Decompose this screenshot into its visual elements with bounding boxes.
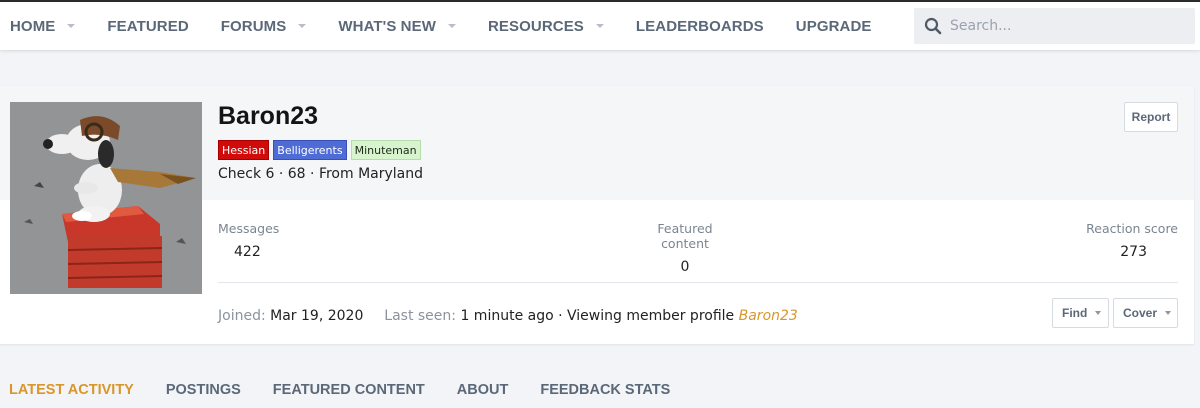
profile-stats: Messages 422 Featured content 0 Reaction… (218, 221, 1178, 275)
top-nav-bar: HOME FEATURED FORUMS WHAT'S NEW RESOURCE… (0, 0, 1200, 50)
avatar-snoopy-flying-ace (10, 102, 202, 294)
cover-button[interactable]: Cover (1113, 298, 1178, 328)
find-label: Find (1062, 306, 1088, 320)
tab-postings[interactable]: POSTINGS (150, 372, 257, 408)
chevron-down-icon (1095, 311, 1102, 315)
chevron-down-icon[interactable] (298, 24, 307, 28)
badge-minuteman: Minuteman (350, 140, 421, 160)
stat-messages-label: Messages (218, 221, 280, 236)
last-seen-value: 1 minute ago · Viewing member profile (460, 308, 735, 324)
chevron-down-icon[interactable] (67, 24, 76, 28)
nav-upgrade-label: UPGRADE (795, 17, 872, 35)
nav-whats-new-label: WHAT'S NEW (338, 17, 436, 35)
nav-forums[interactable]: FORUMS (221, 2, 329, 50)
main-nav: HOME FEATURED FORUMS WHAT'S NEW RESOURCE… (0, 2, 894, 50)
profile-subline: Check 6 · 68 · From Maryland (218, 166, 424, 182)
cover-label: Cover (1123, 306, 1158, 320)
chevron-down-icon (1165, 311, 1172, 315)
stat-reaction-label: Reaction score (1086, 221, 1178, 236)
chevron-down-icon[interactable] (447, 24, 456, 28)
tab-about[interactable]: ABOUT (441, 372, 525, 408)
user-badges: Hessian Belligerents Minuteman (218, 140, 425, 160)
joined-value: Mar 19, 2020 (270, 308, 364, 324)
nav-resources-label: RESOURCES (487, 17, 584, 35)
nav-leaderboards[interactable]: LEADERBOARDS (636, 2, 786, 50)
nav-featured-label: FEATURED (107, 17, 189, 35)
search-input[interactable] (950, 18, 1180, 34)
chevron-down-icon[interactable] (595, 24, 604, 28)
stats-divider (218, 282, 1178, 283)
search-box[interactable] (914, 8, 1195, 44)
nav-home-label: HOME (10, 17, 56, 35)
stat-featured[interactable]: Featured content 0 (635, 221, 735, 275)
tab-latest-activity[interactable]: LATEST ACTIVITY (0, 372, 150, 408)
stat-reaction[interactable]: Reaction score 273 (1086, 221, 1178, 260)
stat-featured-label: Featured content (657, 221, 713, 251)
find-button[interactable]: Find (1052, 298, 1109, 328)
stat-messages[interactable]: Messages 422 (218, 221, 279, 260)
badge-belligerents: Belligerents (273, 140, 347, 160)
stat-reaction-value[interactable]: 273 (1086, 244, 1178, 260)
report-button[interactable]: Report (1124, 102, 1178, 132)
search-icon (924, 17, 942, 35)
badge-hessian: Hessian (218, 140, 270, 160)
profile-card: Baron23 Hessian Belligerents Minuteman C… (0, 86, 1194, 344)
profile-username: Baron23 (218, 102, 319, 130)
nav-resources[interactable]: RESOURCES (488, 2, 626, 50)
tab-featured-content[interactable]: FEATURED CONTENT (257, 372, 441, 408)
nav-upgrade[interactable]: UPGRADE (796, 2, 894, 50)
viewing-user-link[interactable]: Baron23 (739, 308, 798, 324)
stat-messages-value[interactable]: 422 (218, 244, 279, 260)
nav-forums-label: FORUMS (220, 17, 287, 35)
profile-tabs: LATEST ACTIVITY POSTINGS FEATURED CONTEN… (0, 372, 686, 408)
last-seen-label: Last seen: (384, 308, 456, 324)
nav-featured[interactable]: FEATURED (107, 2, 210, 50)
stat-featured-value[interactable]: 0 (635, 259, 735, 275)
joined-label: Joined: (218, 308, 266, 324)
tab-feedback-stats[interactable]: FEEDBACK STATS (524, 372, 686, 408)
nav-leaderboards-label: LEADERBOARDS (635, 17, 764, 35)
nav-whats-new[interactable]: WHAT'S NEW (338, 2, 478, 50)
nav-home[interactable]: HOME (10, 2, 97, 50)
profile-footer: Joined: Mar 19, 2020 Last seen: 1 minute… (218, 308, 798, 324)
avatar[interactable] (10, 102, 202, 294)
